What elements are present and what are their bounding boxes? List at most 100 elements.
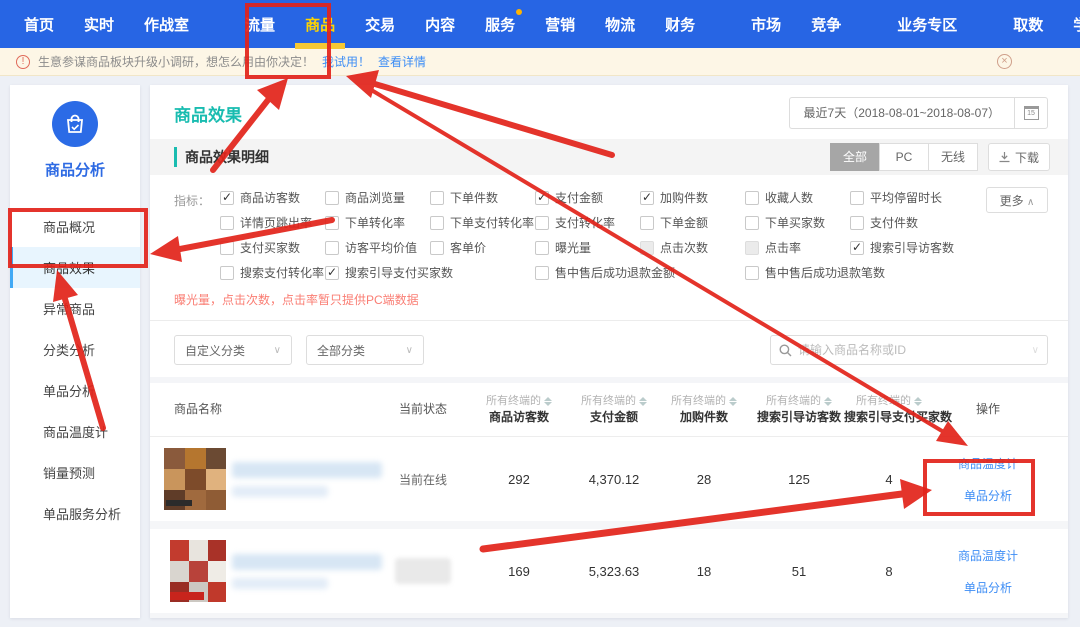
metric-label: 支付买家数 [240, 239, 300, 256]
date-range-selector[interactable]: 最近7天（2018-08-01~2018-08-07） [789, 97, 1014, 129]
nav-item-trade[interactable]: 交易 [363, 0, 397, 49]
metric-checkbox[interactable]: 下单支付转化率 [430, 214, 535, 231]
nav-item-competition[interactable]: 竞争 [809, 0, 843, 49]
metrics-panel: 指标： 商品访客数 商品浏览量 下单件数 支付金额 加购件数 收藏人数 平均停留… [150, 175, 1068, 289]
metric-label: 点击率 [765, 239, 801, 256]
metric-checkbox[interactable]: 支付件数 [850, 214, 955, 231]
metric-label: 下单支付转化率 [450, 214, 534, 231]
sort-icon[interactable] [639, 397, 647, 406]
checkbox-icon [220, 191, 234, 205]
nav-item-academy[interactable]: 学院 [1071, 0, 1080, 49]
nav-item-product[interactable]: 商品 [303, 0, 337, 49]
metric-checkbox[interactable]: 点击次数 [640, 239, 745, 256]
metric-checkbox[interactable]: 下单转化率 [325, 214, 430, 231]
checkbox-icon [325, 266, 339, 280]
sidebar-item-item-service-analysis[interactable]: 单品服务分析 [10, 493, 140, 534]
checkbox-icon [850, 216, 864, 230]
nav-item-logistics[interactable]: 物流 [603, 0, 637, 49]
checkbox-icon [850, 241, 864, 255]
metric-checkbox[interactable]: 详情页跳出率 [220, 214, 325, 231]
metric-checkbox[interactable]: 售中售后成功退款金额 [535, 264, 745, 281]
custom-category-select[interactable]: 自定义分类∨ [174, 335, 292, 365]
product-thermometer-link[interactable]: 商品温度计 [958, 455, 1018, 472]
checkbox-icon [535, 241, 549, 255]
metric-checkbox[interactable]: 平均停留时长 [850, 189, 955, 206]
sidebar-item-product-thermometer[interactable]: 商品温度计 [10, 411, 140, 452]
metric-checkbox[interactable]: 曝光量 [535, 239, 640, 256]
metric-checkbox[interactable]: 搜索支付转化率 [220, 264, 325, 281]
metric-checkbox[interactable]: 支付买家数 [220, 239, 325, 256]
metric-checkbox[interactable]: 下单买家数 [745, 214, 850, 231]
checkbox-icon [220, 216, 234, 230]
nav-item-data-fetch[interactable]: 取数 [1011, 0, 1045, 49]
table-row: 169 5,323.63 18 51 8 商品温度计 单品分析 [150, 529, 1068, 618]
sidebar-item-product-effect[interactable]: 商品效果 [10, 247, 140, 288]
nav-item-home[interactable]: 首页 [22, 0, 56, 49]
sort-icon[interactable] [824, 397, 832, 406]
tab-pc[interactable]: PC [879, 143, 929, 171]
metric-checkbox[interactable]: 收藏人数 [745, 189, 850, 206]
checkbox-icon [640, 216, 654, 230]
nav-item-business-zone[interactable]: 业务专区 [895, 0, 959, 49]
checkbox-icon [430, 241, 444, 255]
cell-search-visitors: 51 [754, 564, 844, 579]
sidebar-item-category-analysis[interactable]: 分类分析 [10, 329, 140, 370]
nav-item-market[interactable]: 市场 [749, 0, 783, 49]
download-button[interactable]: 下载 [988, 143, 1050, 171]
notice-detail-link[interactable]: 查看详情 [378, 53, 426, 70]
metric-label: 搜索支付转化率 [240, 264, 324, 281]
product-thermometer-link[interactable]: 商品温度计 [958, 547, 1018, 564]
sort-icon[interactable] [914, 397, 922, 406]
nav-item-warroom[interactable]: 作战室 [142, 0, 191, 49]
metric-label: 搜索引导访客数 [870, 239, 954, 256]
nav-item-content[interactable]: 内容 [423, 0, 457, 49]
checkbox-icon [535, 191, 549, 205]
chevron-down-icon: ∨ [406, 345, 413, 356]
sidebar-item-product-overview[interactable]: 商品概况 [10, 206, 140, 247]
metric-checkbox[interactable]: 支付金额 [535, 189, 640, 206]
tab-wireless[interactable]: 无线 [928, 143, 978, 171]
checkbox-icon [745, 216, 759, 230]
metric-checkbox[interactable]: 加购件数 [640, 189, 745, 206]
metric-checkbox[interactable]: 商品浏览量 [325, 189, 430, 206]
item-analysis-link[interactable]: 单品分析 [964, 579, 1012, 596]
all-category-select[interactable]: 全部分类∨ [306, 335, 424, 365]
metric-checkbox[interactable]: 下单金额 [640, 214, 745, 231]
close-icon[interactable]: × [997, 54, 1012, 69]
sort-icon[interactable] [544, 397, 552, 406]
metric-checkbox[interactable]: 下单件数 [430, 189, 535, 206]
sort-icon[interactable] [729, 397, 737, 406]
item-analysis-link[interactable]: 单品分析 [964, 487, 1012, 504]
search-input[interactable] [798, 343, 1026, 357]
cell-cart-adds: 18 [654, 564, 754, 579]
calendar-icon[interactable]: 15 [1014, 97, 1048, 129]
metric-checkbox[interactable]: 搜索引导访客数 [850, 239, 955, 256]
sidebar-item-sales-forecast[interactable]: 销量预测 [10, 452, 140, 493]
column-header-status: 当前状态 [382, 400, 464, 417]
checkbox-icon [640, 191, 654, 205]
nav-item-realtime[interactable]: 实时 [82, 0, 116, 49]
metric-checkbox[interactable]: 访客平均价值 [325, 239, 430, 256]
metric-checkbox[interactable]: 支付转化率 [535, 214, 640, 231]
metric-label: 详情页跳出率 [240, 214, 312, 231]
nav-item-finance[interactable]: 财务 [663, 0, 697, 49]
nav-item-traffic[interactable]: 流量 [243, 0, 277, 49]
metric-checkbox[interactable]: 客单价 [430, 239, 535, 256]
checkbox-icon [325, 216, 339, 230]
more-button[interactable]: 更多 ∧ [986, 187, 1048, 213]
tab-all-terminals[interactable]: 全部 [830, 143, 880, 171]
metric-checkbox[interactable]: 搜索引导支付买家数 [325, 264, 535, 281]
metric-label: 下单件数 [450, 189, 498, 206]
checkbox-icon [535, 216, 549, 230]
nav-item-service[interactable]: 服务 [483, 0, 517, 49]
sidebar-item-abnormal-products[interactable]: 异常商品 [10, 288, 140, 329]
metric-checkbox[interactable]: 点击率 [745, 239, 850, 256]
metric-checkbox[interactable]: 商品访客数 [220, 189, 325, 206]
metric-label: 下单转化率 [345, 214, 405, 231]
metric-label: 支付转化率 [555, 214, 615, 231]
nav-item-marketing[interactable]: 营销 [543, 0, 577, 49]
metric-checkbox[interactable]: 售中售后成功退款笔数 [745, 264, 955, 281]
column-header-payment: 所有终端的 支付金额 [574, 392, 654, 425]
sidebar-item-item-analysis[interactable]: 单品分析 [10, 370, 140, 411]
notice-cta-link[interactable]: 我试用！ [322, 53, 370, 70]
